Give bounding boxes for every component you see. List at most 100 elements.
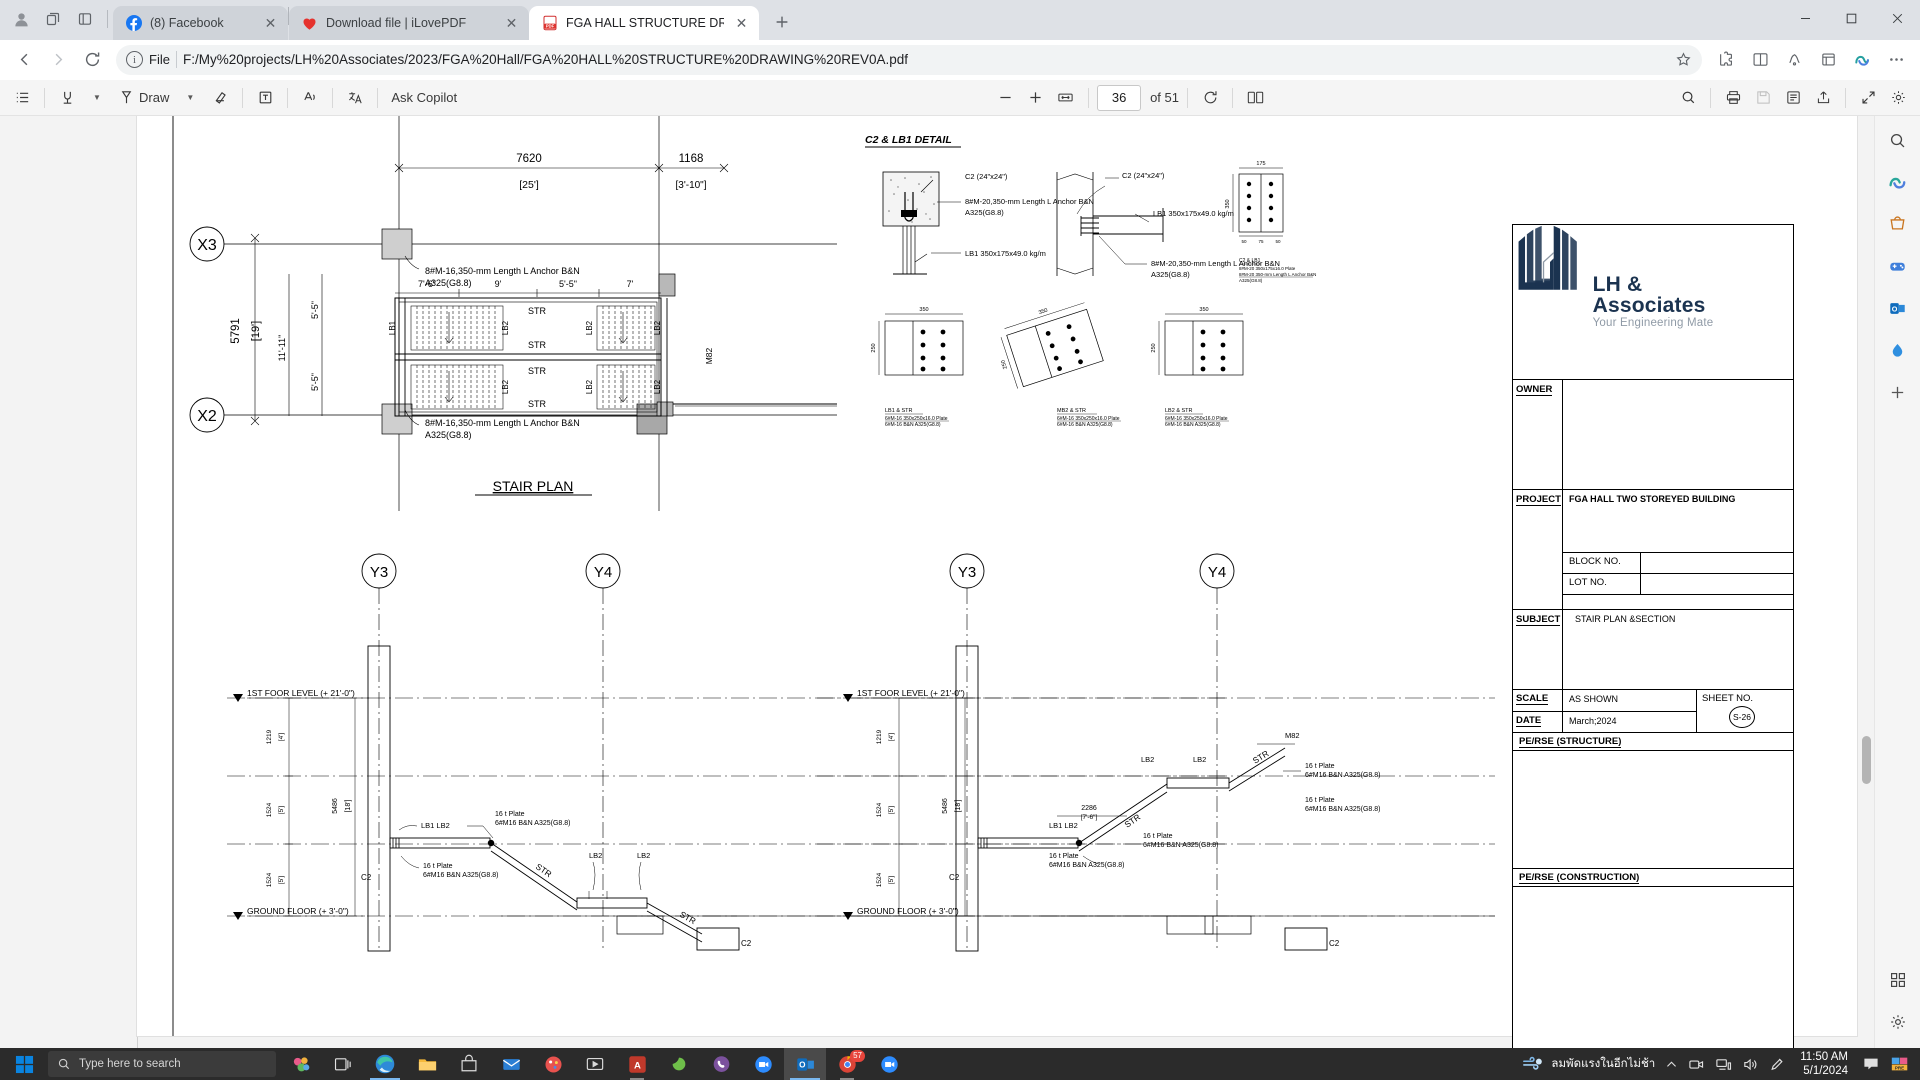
add-rail-icon[interactable] — [1882, 376, 1914, 408]
taskbar-end-icon[interactable]: PRE — [1890, 1054, 1910, 1074]
tab-close-facebook[interactable]: ✕ — [261, 14, 280, 33]
settings-more-icon[interactable] — [1880, 44, 1912, 76]
full-screen-icon[interactable] — [1854, 84, 1882, 112]
outlook-rail-icon[interactable]: O — [1882, 292, 1914, 324]
project-value[interactable]: FGA HALL TWO STOREYED BUILDING — [1563, 490, 1793, 552]
address-bar[interactable]: i File F:/My%20projects/LH%20Associates/… — [116, 44, 1702, 75]
taskbar-app-zoom[interactable] — [742, 1048, 784, 1080]
bookmark-star-icon[interactable] — [1670, 47, 1696, 73]
chevron-up-icon[interactable] — [1665, 1058, 1678, 1071]
translate-icon[interactable] — [341, 84, 369, 112]
svg-text:1168: 1168 — [679, 153, 704, 165]
fit-to-width-icon[interactable] — [1051, 84, 1080, 112]
taskbar-app-nvidia[interactable] — [658, 1048, 700, 1080]
copilot-icon[interactable] — [1846, 44, 1878, 76]
page-number-input[interactable]: 36 — [1097, 84, 1142, 111]
zoom-in-button[interactable] — [1021, 84, 1049, 112]
svg-text:8#M-16,350-mm Length L Anchor: 8#M-16,350-mm Length L Anchor B&N — [425, 266, 580, 276]
settings-rail-icon[interactable] — [1882, 1006, 1914, 1038]
maximize-button[interactable] — [1828, 0, 1874, 36]
taskbar-app-store[interactable] — [448, 1048, 490, 1080]
taskbar-app-mail[interactable] — [490, 1048, 532, 1080]
search-rail-icon[interactable] — [1882, 124, 1914, 156]
add-text-icon[interactable] — [251, 84, 279, 112]
pe-structure-space[interactable] — [1513, 751, 1793, 869]
reload-button[interactable] — [76, 44, 108, 76]
address-input[interactable]: F:/My%20projects/LH%20Associates/2023/FG… — [183, 52, 1664, 67]
read-aloud-icon[interactable] — [296, 84, 324, 112]
share-icon[interactable] — [1809, 84, 1837, 112]
windows-start-icon[interactable] — [0, 1048, 48, 1080]
ask-copilot-button[interactable]: Ask Copilot — [386, 84, 462, 112]
save-icon[interactable] — [1749, 84, 1777, 112]
tabstrip-divider — [107, 10, 108, 28]
print-icon[interactable] — [1719, 84, 1747, 112]
highlight-dropdown[interactable]: ▼ — [83, 84, 111, 112]
taskbar-app-zoom2[interactable] — [868, 1048, 910, 1080]
owner-value[interactable] — [1563, 380, 1793, 489]
scale-value[interactable]: AS SHOWN — [1563, 690, 1697, 711]
page-view-icon[interactable] — [1241, 84, 1270, 112]
games-rail-icon[interactable] — [1882, 250, 1914, 282]
taskbar-clock[interactable]: 11:50 AM 5/1/2024 — [1796, 1050, 1852, 1079]
erase-icon[interactable] — [206, 84, 234, 112]
site-info-icon[interactable]: i — [126, 51, 143, 68]
taskbar-app-edge[interactable] — [364, 1048, 406, 1080]
profile-avatar-icon[interactable] — [6, 4, 36, 34]
browser-tab-facebook[interactable]: (8) Facebook ✕ — [113, 6, 288, 40]
settings-icon[interactable] — [1884, 84, 1912, 112]
taskbar-app-viber[interactable] — [700, 1048, 742, 1080]
forward-button[interactable] — [42, 44, 74, 76]
taskbar-app-autocad[interactable]: A — [616, 1048, 658, 1080]
tab-close-fga-hall[interactable]: ✕ — [732, 14, 751, 33]
lot-no-value[interactable] — [1641, 574, 1793, 594]
subject-value[interactable]: STAIR PLAN &SECTION — [1563, 610, 1793, 689]
notes-icon[interactable] — [1779, 84, 1807, 112]
browser-tab-fga-hall[interactable]: PDF FGA HALL STRUCTURE DRAWING ✕ — [529, 6, 759, 40]
back-button[interactable] — [8, 44, 40, 76]
edge-drop-rail-icon[interactable] — [1882, 334, 1914, 366]
tab-close-ilovepdf[interactable]: ✕ — [502, 14, 521, 33]
browser-essentials-icon[interactable] — [1778, 44, 1810, 76]
search-icon[interactable] — [1674, 84, 1702, 112]
date-value[interactable]: March;2024 — [1563, 711, 1697, 732]
scrollbar-thumb[interactable] — [1862, 736, 1871, 784]
taskbar-app-outlook[interactable]: O — [784, 1048, 826, 1080]
collections-icon[interactable] — [1812, 44, 1844, 76]
block-no-row: BLOCK NO. — [1563, 551, 1793, 573]
split-screen-icon[interactable] — [1744, 44, 1776, 76]
rotate-icon[interactable] — [1196, 84, 1224, 112]
pdf-scroll-column[interactable]: 7620 [25'] 1168 [3'-10"] X3 X2 5791 [19'… — [0, 116, 1874, 1048]
taskbar-weather[interactable]: ลมพัดแรงในอีกไม่ช้า — [1522, 1055, 1655, 1073]
taskbar-app-media[interactable] — [574, 1048, 616, 1080]
taskbar-search-box[interactable]: Type here to search — [48, 1051, 276, 1077]
vertical-tabs-icon[interactable] — [70, 4, 100, 34]
minimize-button[interactable] — [1782, 0, 1828, 36]
block-no-value[interactable] — [1641, 553, 1793, 573]
volume-icon[interactable] — [1742, 1056, 1759, 1073]
taskbar-app-file-explorer[interactable] — [406, 1048, 448, 1080]
highlight-icon[interactable] — [53, 84, 81, 112]
notification-icon[interactable] — [1862, 1055, 1880, 1073]
tab-search-icon[interactable] — [38, 4, 68, 34]
pe-construction-space[interactable] — [1513, 887, 1793, 1048]
draw-button[interactable]: Draw — [113, 84, 174, 112]
shopping-rail-icon[interactable] — [1882, 208, 1914, 240]
tools-rail-icon[interactable] — [1882, 964, 1914, 996]
close-window-button[interactable] — [1874, 0, 1920, 36]
extensions-icon[interactable] — [1710, 44, 1742, 76]
pen-icon[interactable] — [1769, 1056, 1786, 1073]
pdf-vertical-scrollbar[interactable] — [1859, 116, 1873, 1048]
taskbar-task-view[interactable] — [322, 1048, 364, 1080]
taskbar-app-paint[interactable] — [532, 1048, 574, 1080]
browser-tab-ilovepdf[interactable]: Download file | iLovePDF ✕ — [289, 6, 529, 40]
new-tab-button[interactable] — [767, 7, 797, 37]
zoom-out-button[interactable] — [991, 84, 1019, 112]
taskbar-app-photos[interactable] — [280, 1048, 322, 1080]
meet-now-icon[interactable] — [1688, 1056, 1705, 1073]
network-icon[interactable] — [1715, 1056, 1732, 1073]
draw-dropdown[interactable]: ▼ — [176, 84, 204, 112]
taskbar-app-chrome[interactable]: 57 — [826, 1048, 868, 1080]
copilot-rail-icon[interactable] — [1882, 166, 1914, 198]
table-of-contents-icon[interactable] — [8, 84, 36, 112]
